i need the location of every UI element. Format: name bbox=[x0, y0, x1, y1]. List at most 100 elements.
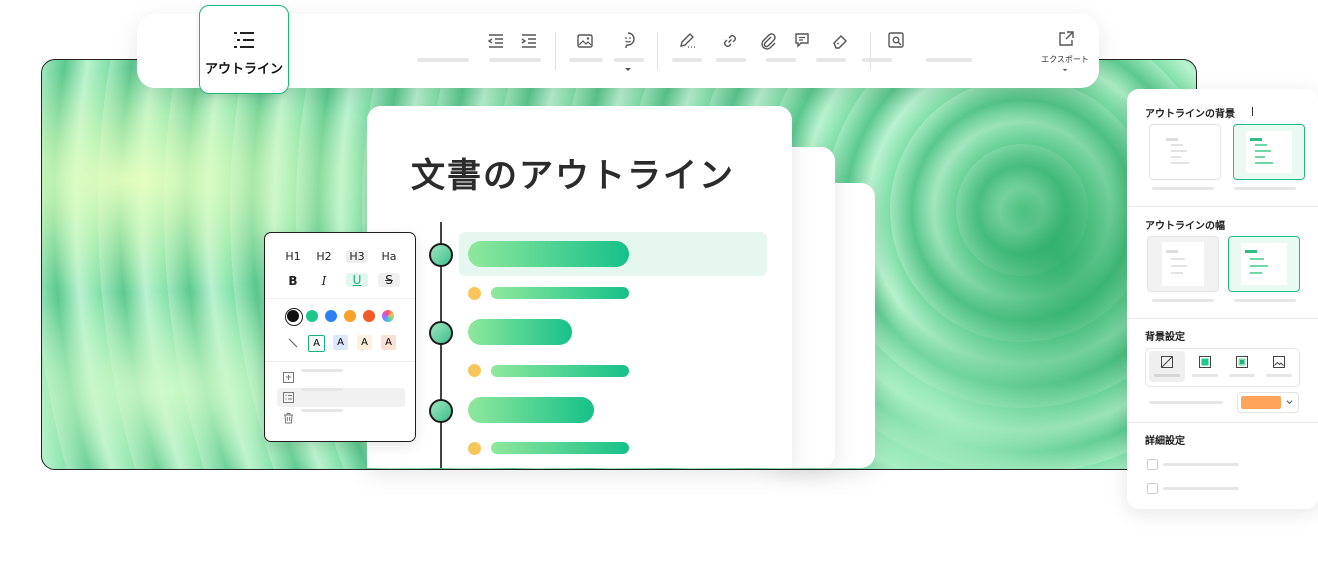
comment-icon[interactable] bbox=[792, 30, 812, 50]
outline-bullet bbox=[468, 364, 481, 377]
toolbar-label-placeholder bbox=[716, 58, 746, 62]
pen-icon[interactable] bbox=[677, 31, 697, 51]
italic-button[interactable]: I bbox=[313, 274, 335, 288]
option-label-placeholder bbox=[1234, 299, 1296, 302]
panel-divider bbox=[1127, 318, 1318, 319]
option-label-placeholder bbox=[1152, 187, 1214, 190]
detail-option-checkbox[interactable] bbox=[1147, 459, 1158, 470]
outline-node[interactable] bbox=[429, 243, 453, 267]
toolbar-divider bbox=[657, 32, 658, 70]
highlight-blue-a[interactable]: A bbox=[333, 335, 348, 350]
toolbar-divider bbox=[555, 32, 556, 70]
toolbar-label-placeholder bbox=[417, 58, 469, 62]
color-red-swatch[interactable] bbox=[363, 310, 375, 322]
outline-heading-bar[interactable] bbox=[468, 397, 594, 423]
outline-bullet bbox=[468, 442, 481, 455]
outline-button[interactable]: アウトライン bbox=[199, 5, 289, 94]
outline-background-title: アウトラインの背景 bbox=[1145, 109, 1235, 120]
no-background-icon bbox=[1161, 356, 1173, 368]
search-doc-icon[interactable] bbox=[886, 30, 906, 50]
outline-list-icon bbox=[234, 32, 254, 48]
toolbar-label-placeholder bbox=[569, 58, 603, 62]
menu-label-placeholder bbox=[301, 369, 343, 372]
highlight-none-a[interactable]: A bbox=[308, 335, 325, 352]
insert-above-icon[interactable] bbox=[283, 372, 294, 383]
menu-label-placeholder bbox=[301, 388, 343, 391]
toolbar-label-placeholder bbox=[816, 58, 846, 62]
eraser-icon[interactable] bbox=[830, 31, 850, 51]
background-type-color[interactable] bbox=[1187, 351, 1223, 382]
color-custom-swatch[interactable] bbox=[382, 310, 394, 322]
text-cursor bbox=[1252, 107, 1253, 116]
settings-panel: アウトラインの背景 アウトラインの幅 背景設定 詳細設定 bbox=[1127, 89, 1318, 509]
strikethrough-button[interactable]: S bbox=[378, 273, 400, 287]
no-highlight-icon[interactable] bbox=[286, 336, 300, 350]
indent-icon[interactable] bbox=[519, 31, 539, 51]
toolbar-label-placeholder bbox=[489, 58, 541, 62]
outline-item-bar[interactable] bbox=[491, 365, 629, 377]
image-icon[interactable] bbox=[575, 31, 595, 51]
bold-button[interactable]: B bbox=[282, 274, 304, 288]
gradient-icon bbox=[1236, 356, 1248, 368]
toolbar-label-placeholder bbox=[926, 58, 972, 62]
list-card-icon[interactable] bbox=[283, 392, 294, 403]
color-label-placeholder bbox=[1149, 401, 1223, 404]
option-label-placeholder bbox=[1163, 487, 1239, 490]
background-color-preview bbox=[1241, 396, 1281, 409]
background-type-image[interactable] bbox=[1261, 351, 1297, 382]
background-option-green[interactable] bbox=[1233, 124, 1305, 180]
width-option-narrow[interactable] bbox=[1147, 236, 1219, 292]
link-icon[interactable] bbox=[720, 31, 740, 51]
color-orange-swatch[interactable] bbox=[344, 310, 356, 322]
trash-icon[interactable] bbox=[283, 412, 294, 424]
export-label[interactable]: エクスポート bbox=[1040, 54, 1090, 65]
export-icon[interactable] bbox=[1056, 29, 1076, 49]
toolbar-label-placeholder bbox=[614, 58, 644, 62]
chevron-down-icon[interactable] bbox=[1062, 68, 1068, 72]
toolbar-divider bbox=[870, 32, 871, 70]
outline-heading-bar[interactable] bbox=[468, 319, 572, 345]
color-black-swatch[interactable] bbox=[287, 310, 299, 322]
outline-width-title: アウトラインの幅 bbox=[1145, 221, 1225, 232]
toolbar-label-placeholder bbox=[862, 58, 892, 62]
detail-settings-title: 詳細設定 bbox=[1145, 436, 1185, 447]
menu-label-placeholder bbox=[301, 409, 343, 412]
chevron-down-icon[interactable] bbox=[624, 67, 632, 72]
toolbar-label-placeholder bbox=[766, 58, 796, 62]
width-option-wide[interactable] bbox=[1228, 236, 1300, 292]
panel-divider bbox=[1127, 422, 1318, 423]
option-label-placeholder bbox=[1152, 299, 1214, 302]
image-icon bbox=[1273, 356, 1285, 368]
outline-node[interactable] bbox=[429, 399, 453, 423]
heading-h1-button[interactable]: H1 bbox=[282, 250, 304, 263]
attachment-icon[interactable] bbox=[758, 31, 778, 51]
outline-node[interactable] bbox=[429, 321, 453, 345]
sticker-icon[interactable] bbox=[618, 30, 638, 50]
outline-item-bar[interactable] bbox=[491, 442, 629, 454]
toolbar-label-placeholder bbox=[672, 58, 702, 62]
format-divider bbox=[265, 361, 415, 362]
color-blue-swatch[interactable] bbox=[325, 310, 337, 322]
highlight-orange-a[interactable]: A bbox=[381, 335, 396, 350]
background-type-none[interactable] bbox=[1149, 351, 1185, 382]
background-color-picker[interactable] bbox=[1237, 392, 1299, 413]
outline-bullet bbox=[468, 287, 481, 300]
underline-button[interactable]: U bbox=[346, 273, 368, 287]
background-option-plain[interactable] bbox=[1149, 124, 1221, 180]
heading-h2-button[interactable]: H2 bbox=[313, 250, 335, 263]
outline-item-bar[interactable] bbox=[491, 287, 629, 299]
heading-ha-button[interactable]: Ha bbox=[378, 250, 400, 263]
outline-button-label: アウトライン bbox=[204, 62, 283, 77]
option-label-placeholder bbox=[1234, 187, 1296, 190]
detail-option-checkbox[interactable] bbox=[1147, 483, 1158, 494]
outline-heading-bar[interactable] bbox=[468, 241, 629, 267]
background-settings-title: 背景設定 bbox=[1145, 332, 1185, 343]
heading-h3-button[interactable]: H3 bbox=[346, 250, 368, 263]
document-title: 文書のアウトライン bbox=[411, 156, 735, 196]
color-green-swatch[interactable] bbox=[306, 310, 318, 322]
format-divider bbox=[265, 298, 415, 299]
background-type-gradient[interactable] bbox=[1224, 351, 1260, 382]
solid-color-icon bbox=[1199, 356, 1211, 368]
outdent-icon[interactable] bbox=[486, 31, 506, 51]
highlight-yellow-a[interactable]: A bbox=[357, 335, 372, 350]
